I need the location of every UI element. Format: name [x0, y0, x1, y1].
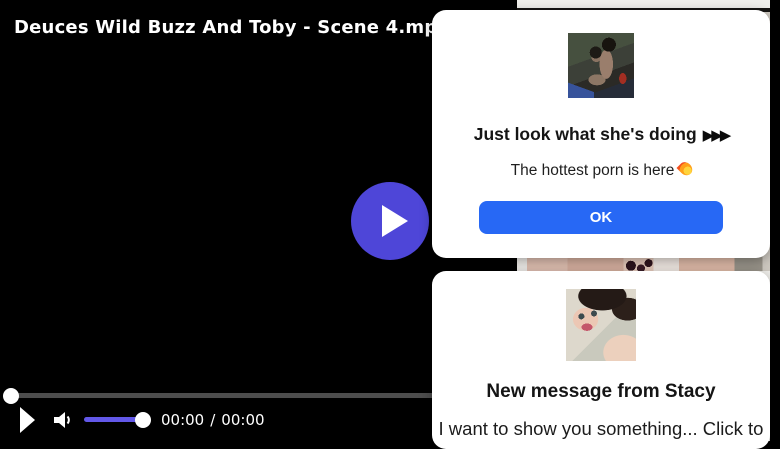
fire-icon — [676, 159, 696, 178]
popup-bottom-message: I want to show you something... Click to — [438, 418, 764, 439]
seek-knob[interactable] — [3, 388, 19, 404]
popup-ad-top[interactable]: Just look what she's doing ▶▶▶ The hottes… — [432, 10, 770, 258]
popup-bottom-thumbnail-photo[interactable] — [566, 289, 636, 361]
mute-button[interactable] — [50, 408, 74, 432]
popup-top-thumbnail-photo[interactable] — [568, 33, 634, 98]
play-button[interactable] — [20, 407, 35, 433]
big-play-button[interactable] — [351, 182, 429, 260]
triple-arrow-icon: ▶▶▶ — [702, 126, 732, 144]
duration: 00:00 — [221, 411, 265, 429]
popup-bottom-heading: New message from Stacy — [486, 381, 716, 402]
time-separator: / — [210, 411, 216, 429]
popup-top-subtext: The hottest porn is here — [432, 159, 770, 180]
time-display: 00:00 / 00:00 — [161, 411, 265, 429]
popup-top-heading: Just look what she's doing ▶▶▶ — [432, 124, 770, 145]
current-time: 00:00 — [161, 411, 205, 429]
speaker-icon — [54, 412, 70, 428]
popup-top-heading-text: Just look what she's doing — [473, 124, 697, 144]
popup-ad-bottom[interactable]: New message from Stacy I want to show yo… — [432, 271, 770, 449]
video-title: Deuces Wild Buzz And Toby - Scene 4.mp4 — [14, 17, 451, 38]
thumbnail-detail — [568, 82, 594, 98]
popup-top-subtext-text: The hottest porn is here — [510, 162, 675, 179]
play-icon — [382, 205, 408, 237]
ok-button[interactable]: OK — [479, 201, 723, 234]
seek-bar[interactable] — [11, 393, 432, 398]
volume-knob[interactable] — [135, 412, 151, 428]
